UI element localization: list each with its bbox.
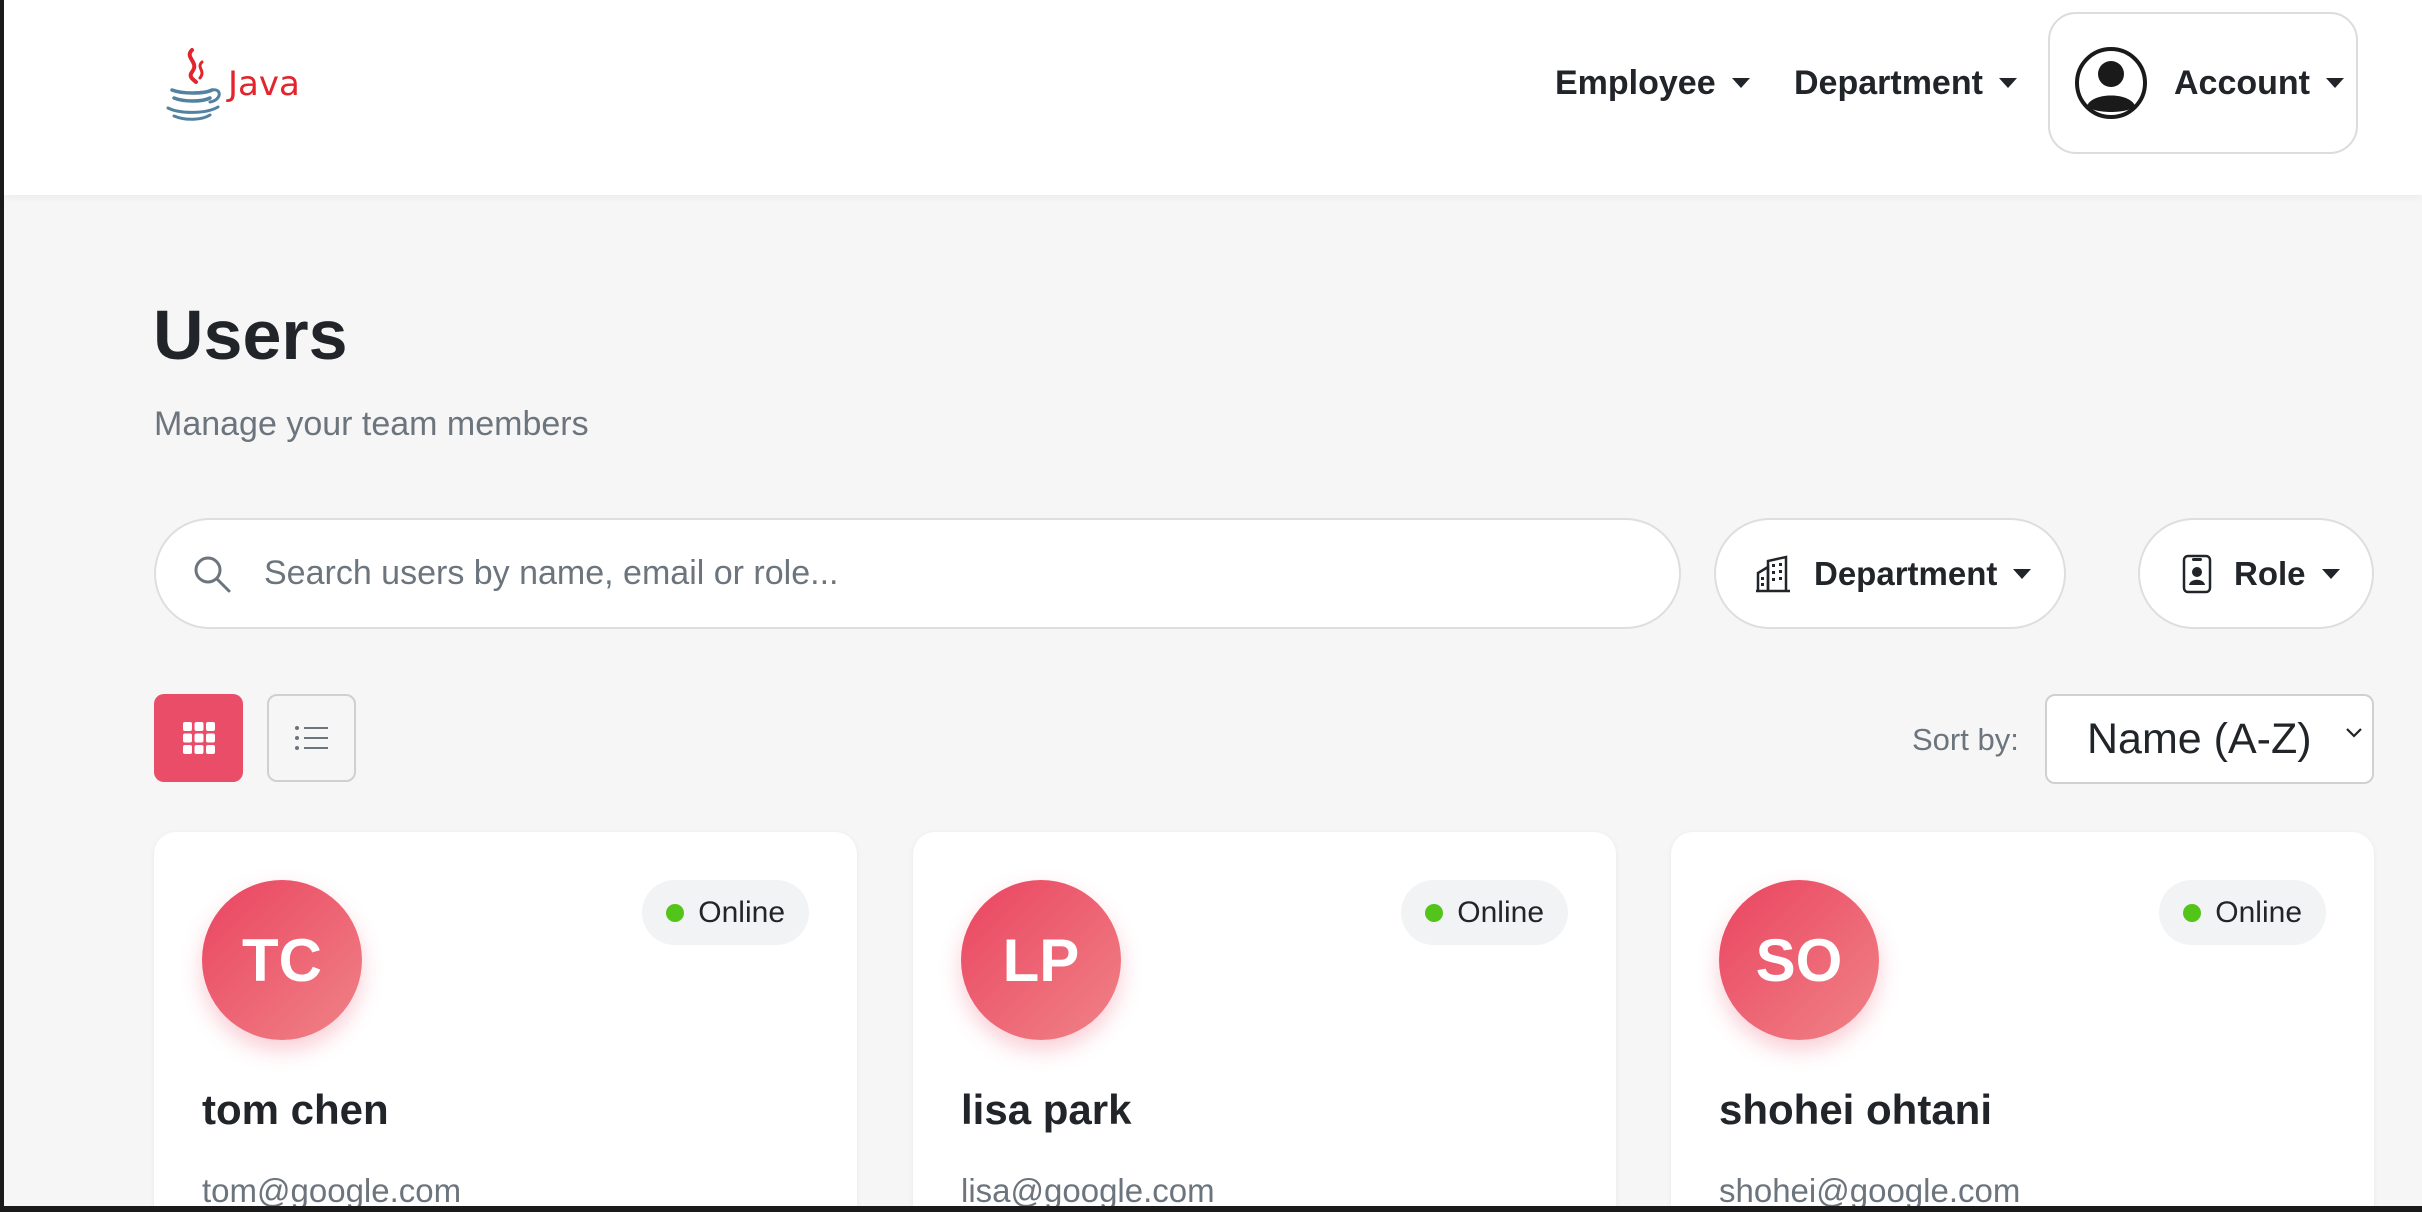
search-input[interactable] [264, 554, 1614, 593]
avatar: LP [961, 880, 1121, 1040]
nav-employee-label: Employee [1555, 63, 1716, 102]
online-dot-icon [2183, 903, 2202, 922]
user-email: shohei@google.com [1719, 1172, 2021, 1206]
app-window: Java Employee Department Account Users M… [4, 0, 2422, 1206]
search-bar[interactable] [154, 518, 1681, 629]
user-card[interactable]: TC Online tom chen tom@google.com [154, 832, 857, 1206]
search-icon [194, 556, 231, 592]
status-text: Online [2215, 895, 2302, 929]
list-view-button[interactable] [267, 694, 356, 782]
avatar: SO [1719, 880, 1879, 1040]
list-icon [294, 726, 328, 750]
caret-down-icon [2013, 568, 2032, 579]
status-badge: Online [2159, 880, 2326, 945]
top-navbar: Java Employee Department Account [4, 0, 2422, 195]
department-filter-label: Department [1814, 554, 1998, 592]
user-card[interactable]: SO Online shohei ohtani shohei@google.co… [1671, 832, 2374, 1206]
nav-employee-dropdown[interactable]: Employee [1555, 56, 1750, 110]
online-dot-icon [1425, 903, 1444, 922]
grid-icon [182, 722, 215, 754]
account-dropdown[interactable]: Account [2048, 12, 2358, 154]
caret-down-icon [2321, 568, 2340, 579]
brand-name: Java [228, 64, 300, 104]
user-card[interactable]: LP Online lisa park lisa@google.com [913, 832, 1616, 1206]
brand-logo[interactable]: Java [162, 44, 302, 124]
user-name: lisa park [961, 1086, 1132, 1133]
building-icon [1756, 554, 1790, 592]
user-email: lisa@google.com [961, 1172, 1215, 1206]
department-filter-button[interactable]: Department [1714, 518, 2066, 629]
status-badge: Online [642, 880, 809, 945]
nav-department-dropdown[interactable]: Department [1794, 56, 2017, 110]
id-badge-icon [2182, 554, 2212, 593]
caret-down-icon [1998, 78, 2017, 88]
status-badge: Online [1401, 880, 1568, 945]
avatar: TC [202, 880, 362, 1040]
online-dot-icon [666, 903, 685, 922]
nav-department-label: Department [1794, 63, 1983, 102]
account-label: Account [2174, 63, 2310, 102]
caret-down-icon [2326, 78, 2344, 88]
role-filter-button[interactable]: Role [2138, 518, 2374, 629]
status-text: Online [1457, 895, 1544, 929]
user-circle-icon [2075, 47, 2147, 119]
role-filter-label: Role [2234, 554, 2306, 592]
user-email: tom@google.com [202, 1172, 462, 1206]
grid-view-button[interactable] [154, 694, 243, 782]
page-subtitle: Manage your team members [154, 405, 589, 443]
window-bottom-edge [0, 1206, 2422, 1212]
page-title: Users [153, 296, 348, 374]
caret-down-icon [1731, 78, 1750, 88]
java-coffee-cup-icon [166, 48, 221, 121]
user-name: tom chen [202, 1086, 389, 1133]
chevron-down-icon [2346, 728, 2362, 738]
status-text: Online [698, 895, 785, 929]
sort-label: Sort by: [1912, 722, 2019, 757]
sort-select[interactable]: Name (A-Z) [2045, 694, 2374, 784]
sort-selected-value: Name (A-Z) [2087, 714, 2312, 763]
user-name: shohei ohtani [1719, 1086, 1992, 1133]
